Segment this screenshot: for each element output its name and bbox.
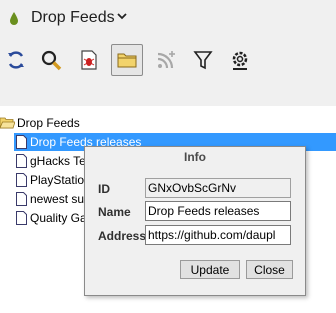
search-button[interactable] bbox=[35, 44, 67, 76]
address-field[interactable]: https://github.com/daupl bbox=[145, 225, 291, 245]
update-button[interactable]: Update bbox=[180, 260, 240, 279]
address-label: Address bbox=[98, 229, 147, 243]
document-icon bbox=[16, 192, 27, 206]
folder-button[interactable] bbox=[111, 44, 143, 76]
settings-button[interactable] bbox=[224, 44, 256, 76]
feed-label: newest sul bbox=[30, 192, 87, 206]
info-dialog: Info ID GNxOvbScGrNv Name Drop Feeds rel… bbox=[84, 146, 306, 296]
bug-icon bbox=[81, 50, 97, 70]
chevron-down-icon[interactable] bbox=[116, 11, 128, 21]
toolbar bbox=[0, 38, 336, 82]
feed-label: gHacks Te bbox=[30, 154, 86, 168]
settings-icon bbox=[232, 51, 248, 70]
app-header: Drop Feeds bbox=[0, 0, 336, 36]
sync-button[interactable] bbox=[0, 44, 32, 76]
id-field: GNxOvbScGrNv bbox=[145, 178, 291, 198]
debug-button[interactable] bbox=[73, 44, 105, 76]
tree-root-folder[interactable]: Drop Feeds bbox=[0, 114, 336, 132]
app-title[interactable]: Drop Feeds bbox=[31, 9, 115, 27]
add-feed-button[interactable] bbox=[150, 44, 182, 76]
filter-icon bbox=[193, 51, 213, 70]
document-icon bbox=[16, 154, 27, 168]
feed-label: Quality Ga bbox=[30, 211, 87, 225]
drop-logo-icon bbox=[10, 12, 18, 25]
search-icon bbox=[41, 50, 62, 71]
name-label: Name bbox=[98, 205, 131, 219]
tree-root-label: Drop Feeds bbox=[17, 116, 80, 130]
document-icon bbox=[16, 173, 27, 187]
document-icon bbox=[16, 211, 27, 225]
document-icon bbox=[16, 135, 27, 149]
sync-icon bbox=[8, 51, 24, 69]
folder-open-icon bbox=[0, 117, 15, 129]
dialog-title: Info bbox=[184, 150, 206, 164]
add-feed-icon bbox=[157, 51, 175, 69]
close-button[interactable]: Close bbox=[246, 260, 293, 279]
id-label: ID bbox=[98, 182, 110, 196]
folder-icon bbox=[117, 53, 137, 68]
name-field[interactable]: Drop Feeds releases bbox=[145, 201, 291, 221]
feed-label: PlayStation bbox=[30, 173, 91, 187]
filter-button[interactable] bbox=[187, 44, 219, 76]
